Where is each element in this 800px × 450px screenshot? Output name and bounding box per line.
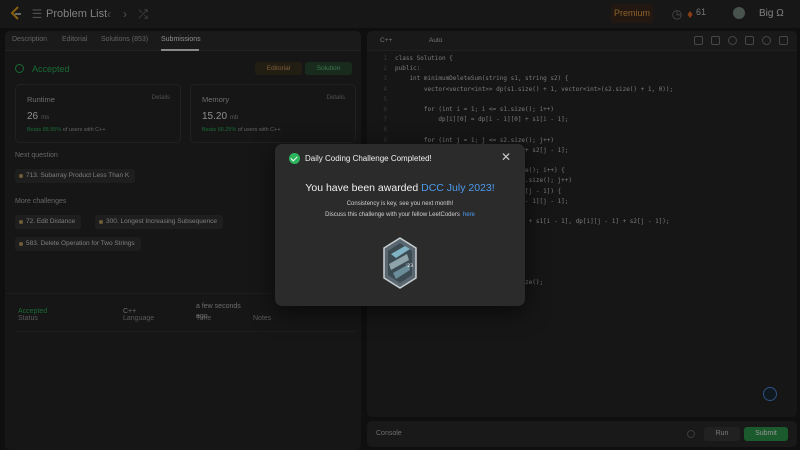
consistency-text: Consistency is key, see you next month!	[346, 201, 454, 207]
challenge-complete-modal: Daily Coding Challenge Completed! ✕ You …	[275, 144, 525, 306]
modal-title: Daily Coding Challenge Completed!	[305, 154, 432, 163]
close-icon[interactable]: ✕	[501, 151, 511, 163]
award-name: DCC July 2023!	[421, 182, 495, 194]
dcc-badge-icon: '23	[383, 237, 417, 289]
discuss-link[interactable]: here	[463, 212, 475, 218]
discuss-text: Discuss this challenge with your fellow …	[325, 212, 475, 218]
award-message: You have been awarded DCC July 2023!	[305, 182, 495, 194]
svg-text:'23: '23	[406, 263, 413, 269]
success-check-icon	[289, 153, 300, 164]
